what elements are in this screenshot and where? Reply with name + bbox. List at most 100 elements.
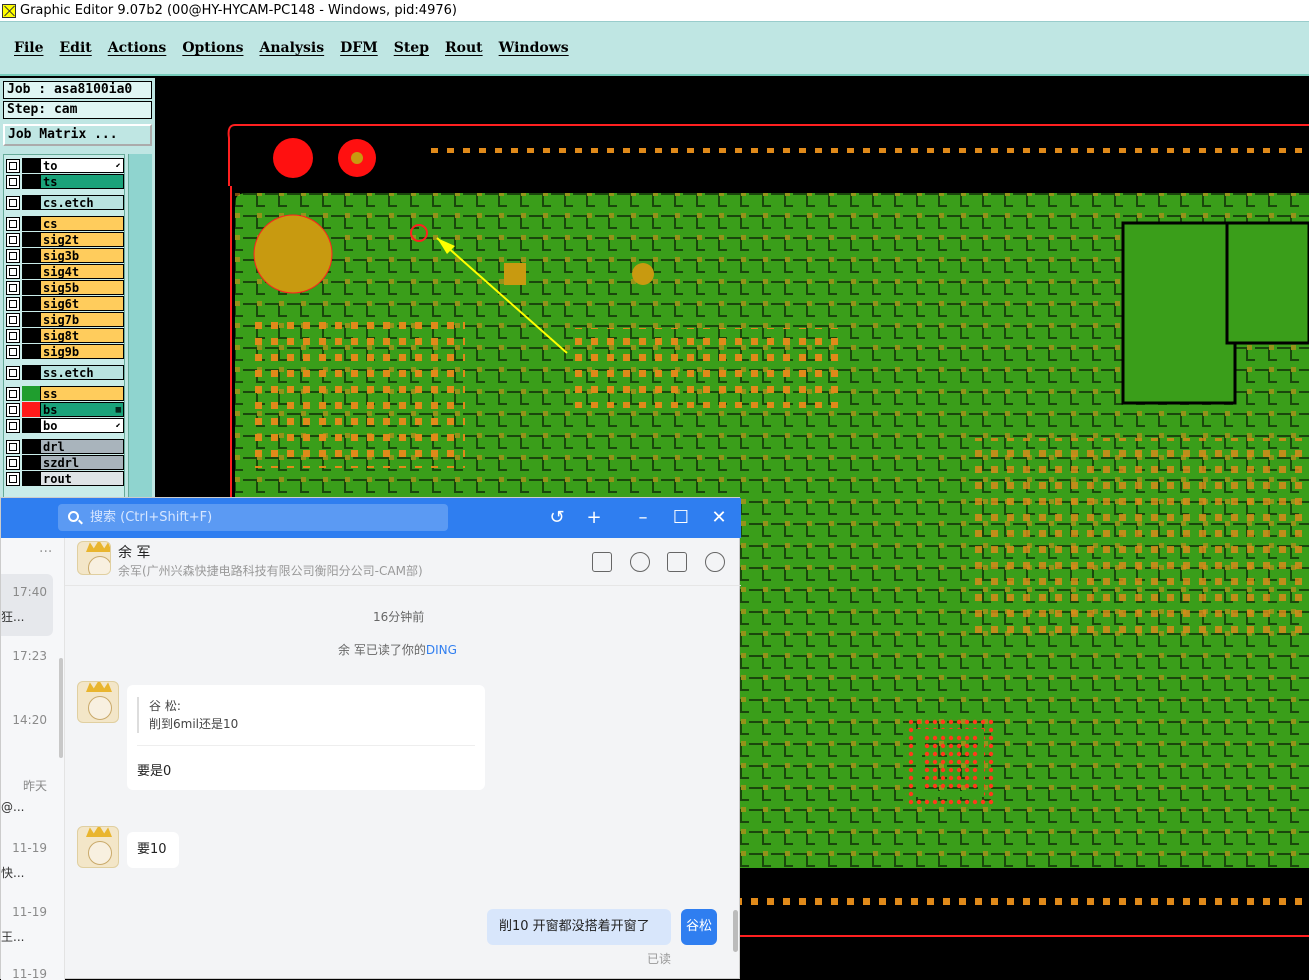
history-icon[interactable]: ↺ bbox=[545, 506, 569, 530]
maximize-icon[interactable]: ☐ bbox=[669, 506, 693, 530]
layer-row-sig8t[interactable]: sig8t bbox=[6, 328, 124, 343]
add-member-icon[interactable] bbox=[630, 552, 650, 572]
layer-color-swatch[interactable] bbox=[22, 418, 40, 433]
layer-checkbox[interactable] bbox=[6, 328, 20, 343]
menu-actions[interactable]: Actions bbox=[108, 40, 167, 56]
layer-name[interactable]: drl bbox=[40, 439, 124, 454]
layer-row-ss[interactable]: ss bbox=[6, 386, 124, 401]
layer-color-swatch[interactable] bbox=[22, 158, 40, 173]
layer-row-drl[interactable]: drl bbox=[6, 439, 124, 454]
layer-color-swatch[interactable] bbox=[22, 455, 40, 470]
my-message-bubble[interactable]: 削10 开窗都没搭着开窗了 bbox=[487, 909, 671, 945]
layer-checkbox[interactable] bbox=[6, 402, 20, 417]
layer-checkbox[interactable] bbox=[6, 232, 20, 247]
layer-row-sig6t[interactable]: sig6t bbox=[6, 296, 124, 311]
layer-name[interactable]: sig8t bbox=[40, 328, 124, 343]
menu-file[interactable]: File bbox=[14, 40, 43, 56]
layer-color-swatch[interactable] bbox=[22, 439, 40, 454]
layer-name[interactable]: ss.etch bbox=[40, 365, 124, 380]
layer-checkbox[interactable] bbox=[6, 455, 20, 470]
conversation-item-selected[interactable] bbox=[1, 574, 53, 636]
layer-color-swatch[interactable] bbox=[22, 264, 40, 279]
layer-checkbox[interactable] bbox=[6, 418, 20, 433]
layer-color-swatch[interactable] bbox=[22, 386, 40, 401]
layer-row-sig4t[interactable]: sig4t bbox=[6, 264, 124, 279]
my-avatar[interactable]: 谷松 bbox=[681, 909, 717, 945]
add-icon[interactable]: + bbox=[582, 506, 606, 530]
layer-color-swatch[interactable] bbox=[22, 402, 40, 417]
layer-name[interactable]: bo ⬋ bbox=[40, 418, 124, 433]
close-icon[interactable]: ✕ bbox=[707, 506, 731, 530]
sender-avatar[interactable] bbox=[77, 681, 119, 723]
layer-row-sig3b[interactable]: sig3b bbox=[6, 248, 124, 263]
layer-name[interactable]: sig9b bbox=[40, 344, 124, 359]
layer-row-sig2t[interactable]: sig2t bbox=[6, 232, 124, 247]
settings-icon[interactable] bbox=[705, 552, 725, 572]
layer-name[interactable]: sig7b bbox=[40, 312, 124, 327]
layer-checkbox[interactable] bbox=[6, 158, 20, 173]
layer-checkbox[interactable] bbox=[6, 365, 20, 380]
message-bubble[interactable]: 要10 bbox=[127, 832, 179, 868]
layer-checkbox[interactable] bbox=[6, 344, 20, 359]
layer-row-cs[interactable]: cs bbox=[6, 216, 124, 231]
layer-name[interactable]: sig5b bbox=[40, 280, 124, 295]
layer-row-rout[interactable]: rout bbox=[6, 471, 124, 486]
layer-checkbox[interactable] bbox=[6, 216, 20, 231]
layer-color-swatch[interactable] bbox=[22, 365, 40, 380]
menu-step[interactable]: Step bbox=[394, 40, 429, 56]
layer-color-swatch[interactable] bbox=[22, 248, 40, 263]
layer-name[interactable]: bs ▦ bbox=[40, 402, 124, 417]
chat-window[interactable]: 搜索 (Ctrl+Shift+F) ↺ + – ☐ ✕ ··· 17:40 狂.… bbox=[0, 497, 741, 980]
layer-row-ss-etch[interactable]: ss.etch bbox=[6, 365, 124, 380]
layer-color-swatch[interactable] bbox=[22, 280, 40, 295]
layer-checkbox[interactable] bbox=[6, 439, 20, 454]
layer-checkbox[interactable] bbox=[6, 280, 20, 295]
layer-color-swatch[interactable] bbox=[22, 232, 40, 247]
chat-search-input[interactable]: 搜索 (Ctrl+Shift+F) bbox=[58, 504, 448, 531]
layer-color-swatch[interactable] bbox=[22, 195, 40, 210]
menu-edit[interactable]: Edit bbox=[59, 40, 91, 56]
layer-color-swatch[interactable] bbox=[22, 471, 40, 486]
layer-color-swatch[interactable] bbox=[22, 174, 40, 189]
layer-checkbox[interactable] bbox=[6, 174, 20, 189]
more-icon[interactable]: ··· bbox=[39, 544, 52, 560]
layer-row-bs[interactable]: bs ▦ bbox=[6, 402, 124, 417]
layer-row-to[interactable]: to ⬋ bbox=[6, 158, 124, 173]
sender-avatar[interactable] bbox=[77, 826, 119, 868]
layer-name[interactable]: sig3b bbox=[40, 248, 124, 263]
layer-name[interactable]: cs.etch bbox=[40, 195, 124, 210]
layer-row-sig5b[interactable]: sig5b bbox=[6, 280, 124, 295]
layer-color-swatch[interactable] bbox=[22, 216, 40, 231]
list-scrollbar[interactable] bbox=[59, 658, 63, 758]
job-matrix-button[interactable]: Job Matrix ... bbox=[3, 124, 152, 146]
menu-windows[interactable]: Windows bbox=[499, 40, 569, 56]
layer-row-bo[interactable]: bo ⬋ bbox=[6, 418, 124, 433]
menu-dfm[interactable]: DFM bbox=[340, 40, 378, 56]
layer-checkbox[interactable] bbox=[6, 248, 20, 263]
layer-name[interactable]: sig2t bbox=[40, 232, 124, 247]
layer-row-sig7b[interactable]: sig7b bbox=[6, 312, 124, 327]
layer-color-swatch[interactable] bbox=[22, 312, 40, 327]
menu-analysis[interactable]: Analysis bbox=[259, 40, 324, 56]
layer-checkbox[interactable] bbox=[6, 471, 20, 486]
layer-name[interactable]: ts bbox=[40, 174, 124, 189]
folder-icon[interactable] bbox=[592, 552, 612, 572]
menu-rout[interactable]: Rout bbox=[445, 40, 483, 56]
layer-row-sig9b[interactable]: sig9b bbox=[6, 344, 124, 359]
layer-name[interactable]: cs bbox=[40, 216, 124, 231]
layer-checkbox[interactable] bbox=[6, 312, 20, 327]
layer-color-swatch[interactable] bbox=[22, 296, 40, 311]
layer-name[interactable]: rout bbox=[40, 471, 124, 486]
layer-row-szdrl[interactable]: szdrl bbox=[6, 455, 124, 470]
contact-avatar[interactable] bbox=[77, 541, 111, 575]
layer-list-scrollbar[interactable] bbox=[128, 154, 152, 498]
chat-scrollbar[interactable] bbox=[733, 910, 738, 952]
layer-checkbox[interactable] bbox=[6, 296, 20, 311]
layer-row-cs-etch[interactable]: cs.etch bbox=[6, 195, 124, 210]
layer-color-swatch[interactable] bbox=[22, 328, 40, 343]
layer-checkbox[interactable] bbox=[6, 264, 20, 279]
minimize-icon[interactable]: – bbox=[631, 506, 655, 530]
layer-checkbox[interactable] bbox=[6, 195, 20, 210]
menu-options[interactable]: Options bbox=[182, 40, 243, 56]
search-history-icon[interactable] bbox=[667, 552, 687, 572]
